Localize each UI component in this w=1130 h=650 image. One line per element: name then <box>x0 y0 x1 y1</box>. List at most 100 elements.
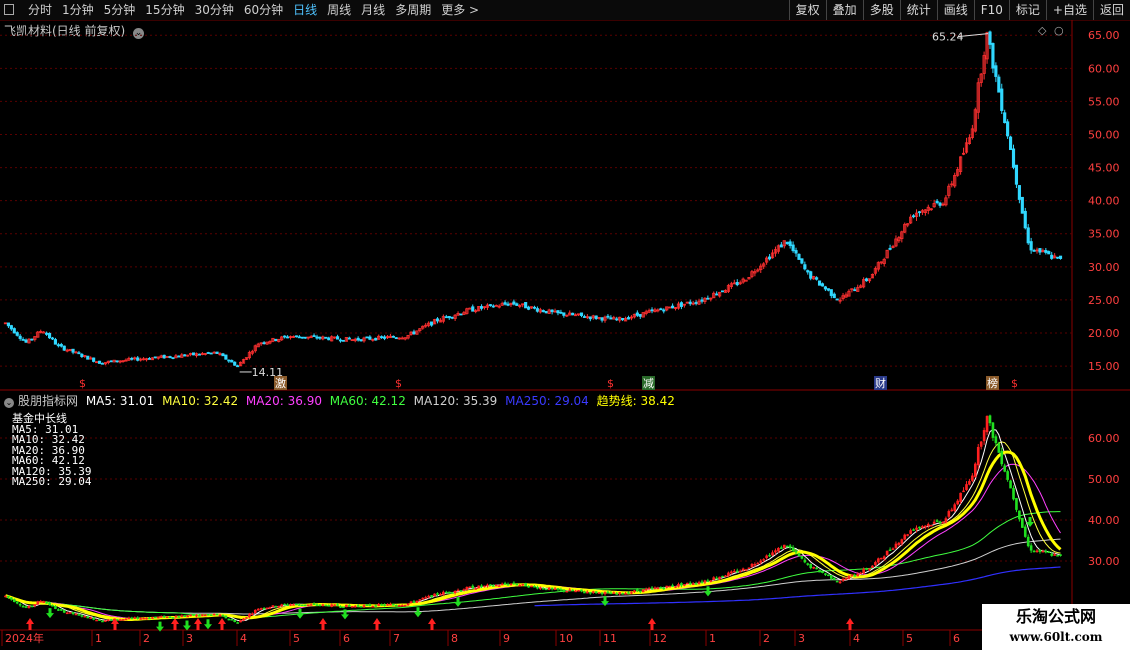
indicator-candle <box>15 601 19 604</box>
indicator-candle <box>971 475 974 481</box>
candle-body <box>912 215 916 218</box>
indicator-candle <box>606 591 610 594</box>
max-price-label: 65.24 <box>932 31 964 44</box>
indicator-candle <box>985 415 989 433</box>
x-tick-label: 11 <box>603 632 617 645</box>
candle-body <box>374 337 378 341</box>
indicator-candle <box>762 559 766 561</box>
candle-body <box>21 339 25 341</box>
candle-body <box>206 352 210 354</box>
indicator-candle <box>577 590 580 592</box>
candle-body <box>147 358 152 360</box>
candle-body <box>1038 248 1042 253</box>
indicator-candle <box>68 612 72 614</box>
indicator-candle <box>997 443 1001 453</box>
y-tick-label: 30.00 <box>1088 261 1120 274</box>
indicator-candle <box>321 604 325 606</box>
candle-body <box>800 258 804 264</box>
indicator-candle <box>603 592 607 595</box>
x-tick-label: 9 <box>503 632 510 645</box>
indicator-candle <box>133 617 137 619</box>
indicator-candle <box>156 616 160 619</box>
candle-body <box>1026 227 1030 244</box>
candle-body <box>318 336 322 339</box>
indicator-candle <box>818 569 821 573</box>
x-tick-label: 2 <box>143 632 150 645</box>
indicator-candle <box>671 585 674 587</box>
indicator-candle <box>835 580 839 583</box>
indicator-candle <box>350 606 354 608</box>
indicator-candle <box>224 615 228 619</box>
candle-body <box>59 344 63 347</box>
indicator-candle <box>233 620 237 623</box>
candle-body <box>77 352 81 355</box>
indicator-candle <box>230 619 234 621</box>
indicator-candle <box>841 578 845 581</box>
indicator-candle <box>192 614 195 616</box>
x-tick-label: 7 <box>393 632 400 645</box>
indicator-candle <box>618 592 622 595</box>
candle-body <box>609 317 613 320</box>
indicator-candle <box>183 615 187 617</box>
candle-body <box>394 337 398 340</box>
candle-body <box>9 325 13 330</box>
indicator-candle <box>862 568 865 574</box>
candle-body <box>324 336 328 339</box>
candle-body <box>197 353 202 356</box>
candle-body <box>1047 251 1051 255</box>
indicator-candle <box>89 617 93 619</box>
indicator-candle <box>647 588 651 590</box>
indicator-candle <box>968 481 971 485</box>
candle-body <box>621 318 625 321</box>
indicator-candle <box>897 542 901 545</box>
indicator-candle <box>1003 465 1007 472</box>
indicator-candle <box>500 583 504 586</box>
candle-body <box>1006 121 1010 137</box>
indicator-candle <box>503 583 507 585</box>
indicator-candle <box>524 583 527 587</box>
candle-body <box>71 348 75 353</box>
indicator-candle <box>98 619 101 621</box>
indicator-candle <box>709 580 713 582</box>
event-marker: $ <box>395 377 402 390</box>
indicator-candle <box>371 605 375 608</box>
indicator-candle <box>794 550 798 553</box>
candle-body <box>735 282 739 286</box>
indicator-candle <box>771 552 774 556</box>
candle-body <box>412 331 416 335</box>
indicator-candle <box>265 607 269 610</box>
indicator-candle <box>315 604 319 606</box>
indicator-candle <box>785 545 789 548</box>
candle-body <box>62 345 66 351</box>
indicator-candle <box>7 595 10 598</box>
candle-body <box>562 312 566 316</box>
indicator-candle <box>109 619 113 621</box>
indicator-candle <box>189 614 192 617</box>
indicator-candle <box>721 575 724 578</box>
stock-chart[interactable]: 65.00 60.00 55.00 50.00 45.00 40.00 35.00 30.00… <box>0 0 1130 650</box>
candle-body <box>515 303 519 306</box>
candle-body <box>715 293 719 296</box>
indicator-candle <box>312 603 316 606</box>
candle-body <box>829 289 833 296</box>
indicator-candle <box>497 585 501 587</box>
candle-body <box>380 336 384 339</box>
indicator-candle <box>177 616 181 618</box>
indicator-candle <box>638 590 642 593</box>
indicator-candle <box>486 584 489 587</box>
x-tick-label: 1 <box>709 632 716 645</box>
event-marker: $ <box>607 377 614 390</box>
candle-body <box>788 241 792 246</box>
indicator-candle <box>803 559 807 563</box>
indicator-candle <box>871 565 874 568</box>
indicator-candle <box>409 601 413 603</box>
indicator-candle <box>882 556 886 560</box>
candle-body <box>635 312 639 316</box>
indicator-candle <box>953 504 957 511</box>
indicator-candle <box>253 609 257 614</box>
indicator-candle <box>309 604 313 606</box>
buy-arrow-icon <box>373 618 381 630</box>
candle-body <box>524 302 528 309</box>
y-tick-label: 60.00 <box>1088 62 1120 75</box>
indicator-candle <box>274 605 278 608</box>
